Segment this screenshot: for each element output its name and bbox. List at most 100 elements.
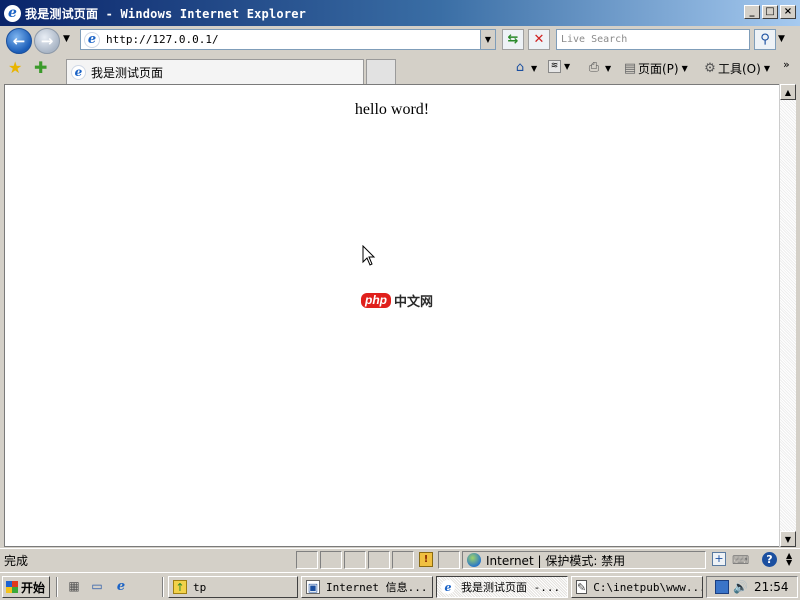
window-title: 我是测试页面 - Windows Internet Explorer: [25, 6, 307, 21]
new-tab-button[interactable]: [366, 59, 396, 84]
tab-ie-icon: e: [71, 64, 86, 80]
task-label: Internet 信息...: [326, 581, 428, 594]
task-label: 我是测试页面 -...: [461, 581, 561, 594]
mouse-cursor-icon: [362, 245, 376, 266]
status-text: 完成: [4, 554, 29, 568]
recent-pages-dropdown[interactable]: ▼: [63, 34, 70, 44]
back-button[interactable]: ←: [6, 28, 32, 54]
print-dropdown-icon[interactable]: ▼: [605, 64, 611, 73]
search-input[interactable]: Live Search: [556, 29, 750, 50]
page-content: hello word! php 中文网: [4, 84, 780, 547]
volume-icon[interactable]: 🔊: [733, 580, 748, 594]
task-label: C:\inetpub\www...: [593, 580, 703, 594]
tab-label: 我是测试页面: [91, 65, 164, 80]
address-dropdown[interactable]: ▼: [480, 30, 495, 49]
add-favorite-icon[interactable]: ✚: [34, 60, 47, 76]
zone-text: Internet | 保护模式: 禁用: [486, 553, 626, 568]
address-url[interactable]: http://127.0.0.1/: [106, 33, 219, 46]
start-button[interactable]: 开始: [2, 576, 50, 598]
page-ie-icon: e: [84, 31, 100, 48]
status-dropdown-icon[interactable]: ▲ ▼: [786, 552, 792, 567]
globe-icon: [467, 553, 481, 567]
more-commands-chevron-icon[interactable]: »: [783, 58, 790, 71]
security-zone[interactable]: Internet | 保护模式: 禁用: [462, 551, 706, 569]
taskbar-separator: [162, 577, 164, 597]
forward-button[interactable]: →: [34, 28, 60, 54]
page-menu[interactable]: ▤ 页面(P) ▼: [622, 60, 688, 77]
notepad-icon: ✎: [576, 580, 588, 594]
printer-icon: ⎙: [588, 60, 600, 75]
status-cell: [392, 551, 414, 569]
feeds-dropdown-icon[interactable]: ▼: [564, 62, 570, 71]
tab-toolbar: ★ ✚ e 我是测试页面 ⌂ ▼ ≋ ▼ ⎙ ▼ ▤ 页面(P) ▼ ⚙ 工具(O) …: [0, 56, 800, 84]
watermark-text: 中文网: [394, 295, 434, 310]
folder-icon: ↑: [173, 580, 187, 594]
search-options-dropdown[interactable]: ▼: [778, 34, 785, 44]
show-desktop-icon[interactable]: ▭: [89, 578, 105, 594]
title-bar[interactable]: e 我是测试页面 - Windows Internet Explorer _ □…: [0, 0, 800, 26]
keyboard-icon[interactable]: ⌨: [732, 553, 749, 567]
search-icon: ⚲: [760, 32, 770, 47]
windows-logo-icon: [6, 581, 18, 593]
server-manager-icon[interactable]: ▦: [66, 578, 82, 594]
vertical-scrollbar[interactable]: ▲ ▼: [779, 84, 796, 547]
task-label: tp: [193, 580, 207, 594]
security-shield-icon[interactable]: !: [419, 552, 433, 567]
minimize-button[interactable]: _: [744, 5, 760, 19]
help-icon[interactable]: ?: [762, 552, 777, 567]
gear-icon: ⚙: [704, 60, 716, 76]
status-bar: 完成 ! Internet | 保护模式: 禁用 + ⌨ ? ▲ ▼: [0, 548, 800, 570]
forward-arrow-icon: →: [40, 32, 54, 50]
taskbar: 开始 ▦ ▭ e ↑ tp ▣ Internet 信息... e 我是测试页面 …: [0, 572, 800, 600]
page-heading: hello word!: [354, 101, 430, 118]
search-button[interactable]: ⚲: [754, 29, 776, 50]
task-button-ie[interactable]: e 我是测试页面 -...: [436, 576, 568, 598]
feeds-button[interactable]: ≋ ▼: [548, 60, 570, 73]
tab-current-page[interactable]: e 我是测试页面: [66, 59, 364, 84]
stop-icon: ✕: [533, 32, 545, 47]
close-button[interactable]: ×: [780, 5, 796, 19]
page-dropdown-icon: ▼: [681, 64, 688, 73]
page-menu-label: 页面(P): [638, 62, 679, 76]
home-button[interactable]: ⌂ ▼: [512, 60, 537, 76]
watermark: php 中文网: [361, 291, 433, 310]
print-button[interactable]: ⎙ ▼: [586, 60, 611, 76]
refresh-icon: ⇆: [507, 32, 519, 47]
tools-menu-label: 工具(O): [718, 62, 761, 76]
home-icon: ⌂: [515, 60, 525, 75]
clock[interactable]: 21:54: [754, 580, 789, 594]
network-icon[interactable]: [715, 580, 729, 594]
task-button-iis[interactable]: ▣ Internet 信息...: [301, 576, 433, 598]
stop-button[interactable]: ✕: [528, 29, 550, 50]
system-tray: 🔊 21:54: [706, 576, 798, 598]
ie-logo-icon: e: [4, 4, 21, 22]
rss-feed-icon: ≋: [548, 60, 561, 73]
status-cell: [320, 551, 342, 569]
status-cell: [344, 551, 366, 569]
watermark-badge: php: [361, 293, 391, 308]
status-cell: [368, 551, 390, 569]
tools-dropdown-icon: ▼: [763, 64, 770, 73]
task-button-tp[interactable]: ↑ tp: [168, 576, 298, 598]
zoom-icon[interactable]: +: [712, 552, 726, 566]
scroll-down-button[interactable]: ▼: [780, 531, 796, 547]
scroll-up-button[interactable]: ▲: [780, 84, 796, 100]
iis-manager-icon: ▣: [306, 580, 320, 594]
ie-quicklaunch-icon[interactable]: e: [113, 578, 129, 594]
tools-menu[interactable]: ⚙ 工具(O) ▼: [702, 60, 770, 77]
status-cell: [296, 551, 318, 569]
taskbar-separator: [56, 577, 58, 597]
address-bar[interactable]: e http://127.0.0.1/ ▼: [80, 29, 496, 50]
maximize-button[interactable]: □: [762, 5, 778, 19]
home-dropdown-icon[interactable]: ▼: [531, 64, 537, 73]
address-toolbar: ← → ▼ e http://127.0.0.1/ ▼ ⇆ ✕ Live Sea…: [0, 26, 800, 56]
refresh-button[interactable]: ⇆: [502, 29, 524, 50]
start-label: 开始: [21, 580, 46, 595]
favorites-star-icon[interactable]: ★: [8, 60, 22, 76]
task-button-notepad[interactable]: ✎ C:\inetpub\www...: [571, 576, 703, 598]
ie-icon: e: [441, 580, 455, 594]
back-arrow-icon: ←: [12, 32, 26, 50]
page-icon: ▤: [623, 60, 637, 76]
window-controls: _ □ ×: [742, 5, 796, 19]
status-cell: [438, 551, 460, 569]
